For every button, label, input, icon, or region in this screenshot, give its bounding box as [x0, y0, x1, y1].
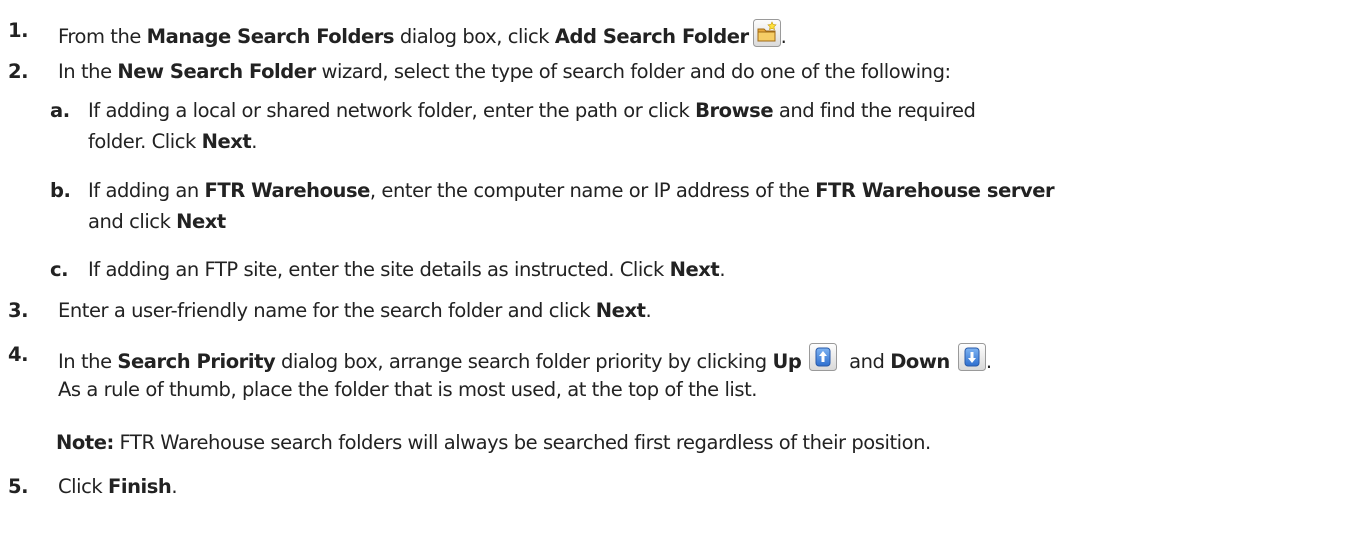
- ui-term: Manage Search Folders: [146, 25, 395, 48]
- ui-term: Add Search Folder: [554, 25, 749, 48]
- ui-term: Next: [669, 258, 720, 281]
- step-number: 2.: [8, 60, 29, 83]
- ui-term: FTR Warehouse: [204, 179, 371, 202]
- step-text-line: As a rule of thumb, place the folder tha…: [58, 378, 758, 401]
- arrow-up-icon: [809, 343, 838, 376]
- note: Note: FTR Warehouse search folders will …: [56, 431, 931, 454]
- step-text: In the New Search Folder wizard, select …: [58, 60, 951, 83]
- step-number: 3.: [8, 299, 29, 322]
- substep-text: If adding a local or shared network fold…: [88, 99, 976, 153]
- ui-term: Down: [890, 350, 950, 373]
- step-text: From the Manage Search Folders dialog bo…: [58, 19, 787, 52]
- note-label: Note:: [56, 431, 114, 454]
- step-number: 1.: [8, 19, 29, 42]
- step-number: 4.: [8, 343, 29, 366]
- ui-term: Next: [595, 299, 646, 322]
- ui-term: FTR Warehouse server: [815, 179, 1055, 202]
- substep-letter: a.: [50, 99, 70, 122]
- ui-term: Next: [176, 210, 226, 233]
- step-text: Enter a user-friendly name for the searc…: [58, 299, 652, 322]
- note-text: FTR Warehouse search folders will always…: [113, 431, 932, 454]
- step-text: In the Search Priority dialog box, arran…: [58, 343, 992, 401]
- substep-letter: c.: [50, 258, 69, 281]
- substep-text: If adding an FTP site, enter the site de…: [88, 258, 726, 281]
- ui-term: Up: [772, 350, 802, 373]
- ui-term: Search Priority: [117, 350, 276, 373]
- add-folder-icon: [752, 19, 781, 52]
- substep-text: If adding an FTR Warehouse, enter the co…: [88, 179, 1055, 233]
- step-number: 5.: [8, 475, 29, 498]
- substep-letter: b.: [50, 179, 71, 202]
- arrow-down-icon: [957, 343, 986, 376]
- ui-term: Next: [201, 130, 252, 153]
- step-text: Click Finish.: [58, 475, 178, 498]
- ui-term: Browse: [695, 99, 774, 122]
- ui-term: Finish: [107, 475, 172, 498]
- ui-term: New Search Folder: [117, 60, 316, 83]
